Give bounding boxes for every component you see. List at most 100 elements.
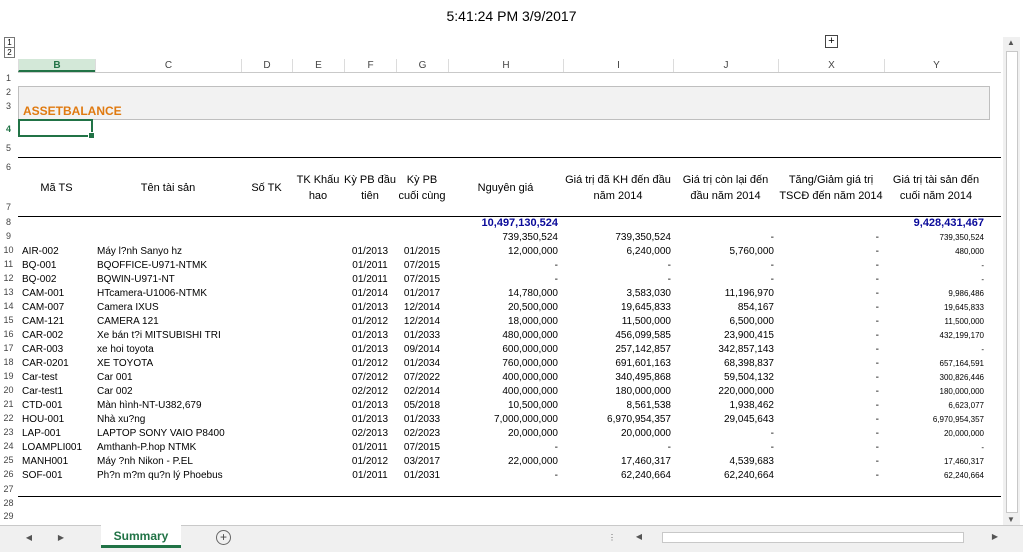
- cell-original-cost[interactable]: -: [448, 273, 558, 287]
- cell-accumulated-depreciation[interactable]: 691,601,163: [563, 357, 671, 371]
- cell-year-end-value[interactable]: 6,970,954,357: [884, 413, 984, 427]
- cell-year-end-value[interactable]: -: [884, 273, 984, 287]
- cell-original-cost[interactable]: 760,000,000: [448, 357, 558, 371]
- cell-increase-decrease[interactable]: -: [778, 259, 879, 273]
- cell-accumulated-depreciation[interactable]: 6,970,954,357: [563, 413, 671, 427]
- row-header[interactable]: 7: [0, 202, 17, 212]
- outline-level-2-button[interactable]: 2: [4, 47, 15, 58]
- cell-accumulated-depreciation[interactable]: -: [563, 259, 671, 273]
- cell-remaining-value[interactable]: 4,539,683: [673, 455, 775, 469]
- cell-last-period[interactable]: 01/2031: [396, 469, 448, 483]
- cell-increase-decrease[interactable]: -: [778, 385, 879, 399]
- cell-increase-decrease[interactable]: -: [778, 343, 879, 357]
- cell-asset-name[interactable]: Car 001: [97, 371, 247, 385]
- cell-year-end-value[interactable]: -: [884, 343, 984, 357]
- cell-asset-code[interactable]: CAR-002: [22, 329, 94, 343]
- cell-year-end-value[interactable]: 19,645,833: [884, 301, 984, 315]
- cell-last-period[interactable]: 09/2014: [396, 343, 448, 357]
- cell-accumulated-depreciation[interactable]: 20,000,000: [563, 427, 671, 441]
- cell-last-period[interactable]: 01/2033: [396, 329, 448, 343]
- cell-first-period[interactable]: 01/2011: [344, 273, 396, 287]
- cell-asset-code[interactable]: Car-test1: [22, 385, 94, 399]
- cell-original-cost[interactable]: 12,000,000: [448, 245, 558, 259]
- cell-increase-decrease[interactable]: -: [778, 273, 879, 287]
- cell-accumulated-depreciation[interactable]: 180,000,000: [563, 385, 671, 399]
- cell-accumulated-depreciation[interactable]: 17,460,317: [563, 455, 671, 469]
- cell-remaining-value[interactable]: -: [673, 441, 774, 455]
- column-header-b[interactable]: B: [18, 59, 95, 72]
- cell-asset-code[interactable]: SOF-001: [22, 469, 94, 483]
- cell-remaining-value[interactable]: 1,938,462: [673, 399, 775, 413]
- row-header[interactable]: 27: [0, 484, 17, 494]
- cell-first-period[interactable]: 01/2013: [344, 301, 396, 315]
- row-header[interactable]: 3: [0, 101, 17, 111]
- tab-scroll-right-icon[interactable]: ▶: [54, 532, 68, 544]
- cell-original-cost[interactable]: -: [448, 441, 558, 455]
- cell-asset-code[interactable]: CAR-0201: [22, 357, 94, 371]
- column-header-c[interactable]: C: [95, 59, 241, 72]
- row-header[interactable]: 21: [0, 399, 17, 409]
- row-header[interactable]: 11: [0, 259, 17, 269]
- cell-increase-decrease[interactable]: -: [778, 329, 879, 343]
- tab-scroll-left-icon[interactable]: ◀: [22, 532, 36, 544]
- cell-year-end-value[interactable]: 432,199,170: [884, 329, 985, 343]
- cell-first-period[interactable]: 01/2013: [344, 343, 396, 357]
- cell-remaining-value[interactable]: 23,900,415: [673, 329, 774, 343]
- cell-increase-decrease[interactable]: -: [778, 245, 879, 259]
- cell-asset-name[interactable]: Nhà xu?ng: [97, 413, 247, 427]
- cell-asset-name[interactable]: Xe bán t?i MITSUBISHI TRI: [97, 329, 247, 343]
- cell-last-period[interactable]: 07/2015: [396, 259, 448, 273]
- column-header-g[interactable]: G: [396, 59, 448, 72]
- cell-remaining-value[interactable]: 5,760,000: [673, 245, 775, 259]
- cell-year-end-value[interactable]: 11,500,000: [884, 315, 984, 329]
- cell-asset-name[interactable]: Ph?n m?m qu?n lý Phoebus: [97, 469, 247, 483]
- cell-accumulated-depreciation[interactable]: 340,495,868: [563, 371, 671, 385]
- column-header-d[interactable]: D: [241, 59, 292, 72]
- cell-remaining-value[interactable]: 68,398,837: [673, 357, 774, 371]
- row-header[interactable]: 12: [0, 273, 17, 283]
- tab-more-icon[interactable]: ⋮: [605, 532, 619, 544]
- cell-asset-name[interactable]: LAPTOP SONY VAIO P8400: [97, 427, 247, 441]
- cell-last-period[interactable]: 07/2015: [396, 441, 448, 455]
- row-header[interactable]: 23: [0, 427, 17, 437]
- cell-asset-code[interactable]: BQ-002: [22, 273, 94, 287]
- cell-asset-name[interactable]: xe hoi toyota: [97, 343, 247, 357]
- cell-asset-name[interactable]: Amthanh-P.hop NTMK: [97, 441, 247, 455]
- row-header[interactable]: 10: [0, 245, 17, 255]
- row-header[interactable]: 28: [0, 498, 17, 508]
- cell-year-end-value[interactable]: 62,240,664: [884, 469, 984, 483]
- cell-increase-decrease[interactable]: -: [778, 287, 879, 301]
- cell-asset-code[interactable]: LOAMPLI001: [22, 441, 94, 455]
- expand-group-icon[interactable]: +: [825, 35, 838, 48]
- cell-first-period[interactable]: 01/2012: [344, 315, 396, 329]
- cell-year-end-value[interactable]: 180,000,000: [884, 385, 985, 399]
- cell-increase-decrease[interactable]: -: [778, 399, 879, 413]
- row-header[interactable]: 8: [0, 217, 17, 227]
- cell-increase-decrease[interactable]: -: [778, 315, 879, 329]
- cell-year-end-value[interactable]: 657,164,591: [884, 357, 985, 371]
- cell-first-period[interactable]: 01/2011: [344, 259, 396, 273]
- column-header-e[interactable]: E: [292, 59, 344, 72]
- cell-asset-code[interactable]: CTD-001: [22, 399, 94, 413]
- cell-increase-decrease[interactable]: -: [778, 455, 879, 469]
- cell-asset-code[interactable]: AIR-002: [22, 245, 94, 259]
- cell-remaining-value[interactable]: 854,167: [673, 301, 774, 315]
- cell-asset-name[interactable]: XE TOYOTA: [97, 357, 247, 371]
- cell-first-period[interactable]: 07/2012: [344, 371, 396, 385]
- cell-last-period[interactable]: 01/2033: [396, 413, 448, 427]
- cell-year-end-value[interactable]: 9,986,486: [884, 287, 984, 301]
- cell-increase-decrease[interactable]: -: [778, 441, 879, 455]
- row-header[interactable]: 24: [0, 441, 17, 451]
- cell-original-cost[interactable]: 400,000,000: [448, 371, 558, 385]
- cell-remaining-value[interactable]: 220,000,000: [673, 385, 774, 399]
- scroll-left-arrow-icon[interactable]: ◀: [632, 531, 646, 543]
- cell-first-period[interactable]: 02/2013: [344, 427, 396, 441]
- cell-first-period[interactable]: 01/2012: [344, 357, 396, 371]
- cell-accumulated-depreciation[interactable]: 3,583,030: [563, 287, 672, 301]
- cell-first-period[interactable]: 01/2014: [344, 287, 396, 301]
- cell-asset-code[interactable]: LAP-001: [22, 427, 94, 441]
- row-header[interactable]: 1: [0, 73, 17, 83]
- cell-first-period[interactable]: 01/2013: [344, 329, 396, 343]
- cell-asset-name[interactable]: BQOFFICE-U971-NTMK: [97, 259, 247, 273]
- cell-asset-name[interactable]: Car 002: [97, 385, 247, 399]
